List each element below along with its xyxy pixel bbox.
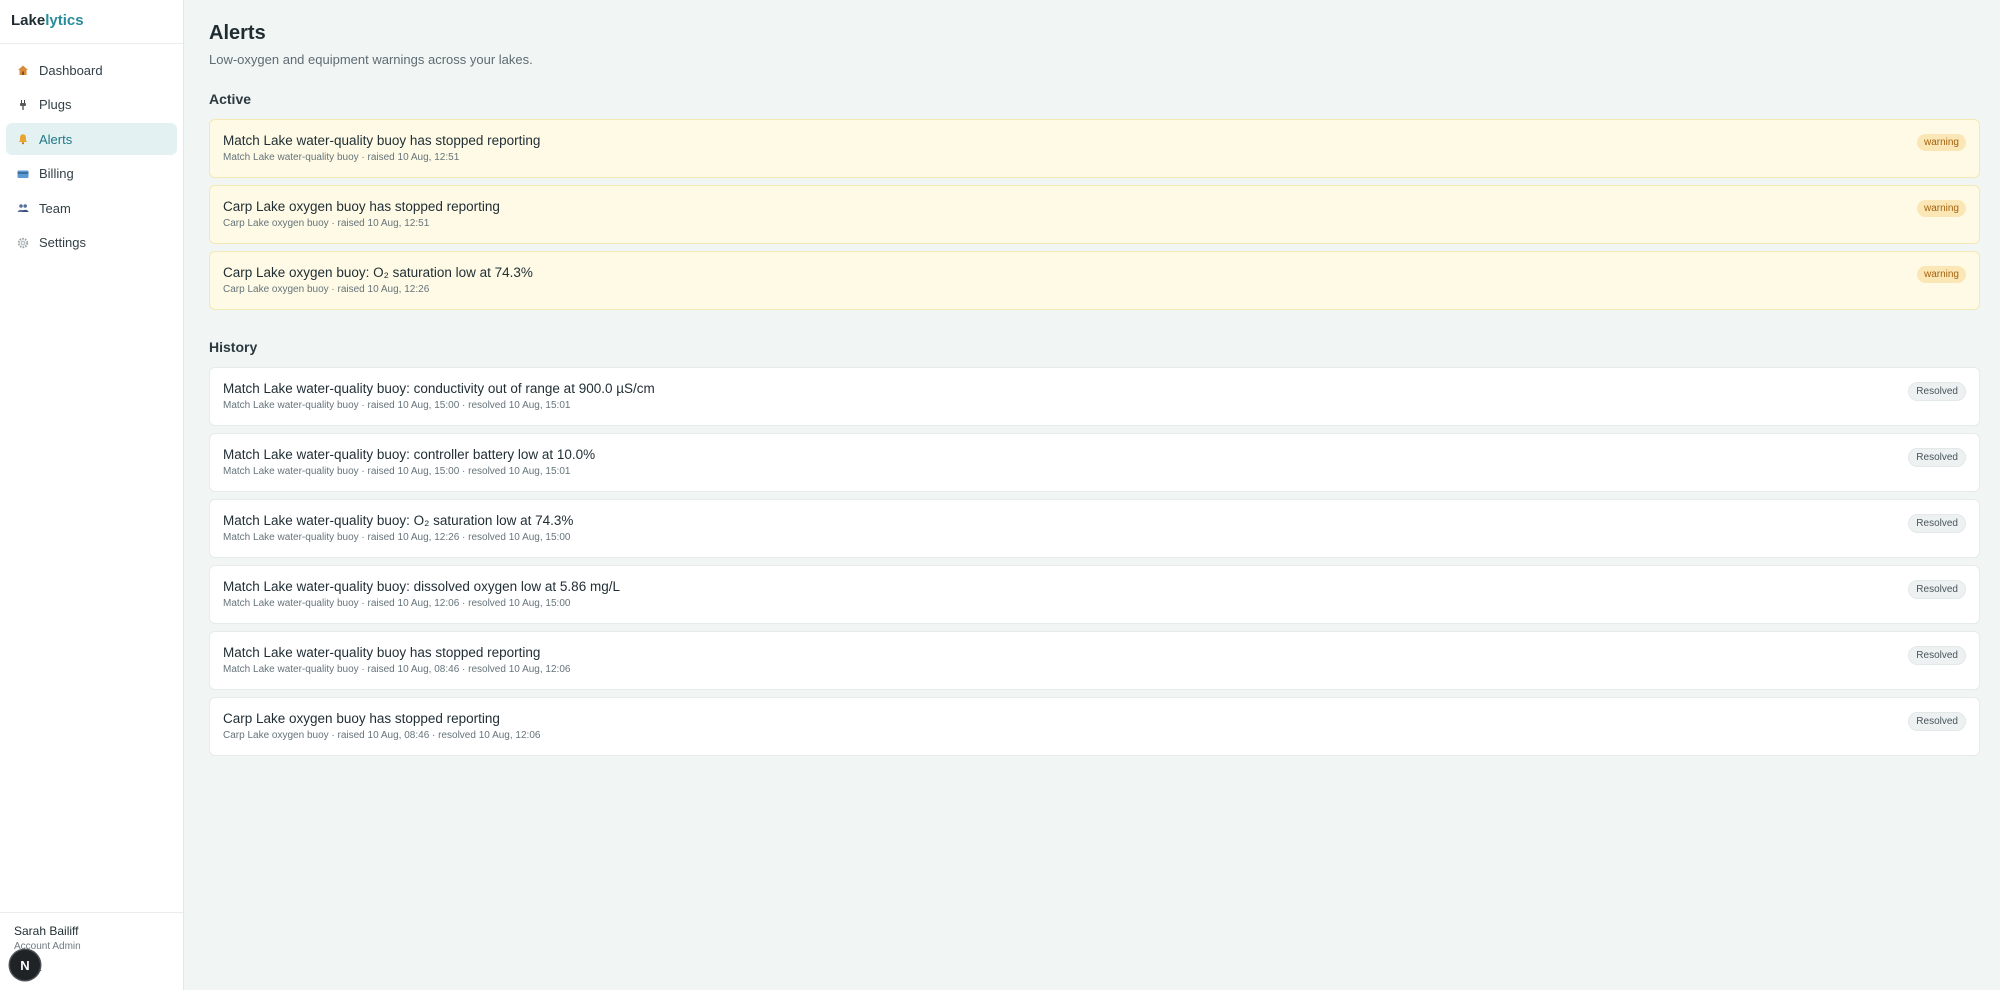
sidebar-item-label: Billing <box>39 166 74 181</box>
alert-title: Carp Lake oxygen buoy: O₂ saturation low… <box>223 265 533 280</box>
alert-meta: Match Lake water-quality buoy · raised 1… <box>223 664 571 675</box>
sidebar-item-label: Alerts <box>39 131 73 147</box>
alert-title: Match Lake water-quality buoy has stoppe… <box>223 133 541 148</box>
page-title: Alerts <box>209 22 266 44</box>
app-logo[interactable]: Lakelytics <box>0 0 183 44</box>
alert-title: Match Lake water-quality buoy: controlle… <box>223 447 596 462</box>
sidebar-item-label: Dashboard <box>39 62 103 78</box>
status-badge: Resolved <box>1908 712 1966 731</box>
section-title-active: Active <box>209 91 252 107</box>
sidebar-item-team[interactable]: Team <box>6 192 177 224</box>
status-badge: warning <box>1916 200 1966 217</box>
alert-title: Match Lake water-quality buoy: conductiv… <box>223 381 655 396</box>
alert-meta: Match Lake water-quality buoy · raised 1… <box>223 466 571 477</box>
sidebar-nav: Dashboard Plugs Alerts Billing Team Sett… <box>0 44 183 259</box>
sidebar-item-settings[interactable]: Settings <box>6 227 177 259</box>
sidebar-item-dashboard[interactable]: Dashboard <box>6 54 177 86</box>
brand-part-2: lytics <box>45 12 84 29</box>
avatar[interactable]: N <box>10 950 40 980</box>
house-icon <box>16 63 30 77</box>
brand-part-1: Lake <box>11 12 46 29</box>
alert-card[interactable]: Match Lake water-quality buoy has stoppe… <box>209 119 1980 178</box>
sidebar-item-alerts[interactable]: Alerts <box>6 123 177 155</box>
history-card[interactable]: Match Lake water-quality buoy: O₂ satura… <box>209 499 1980 558</box>
status-badge: Resolved <box>1908 514 1966 533</box>
alert-card[interactable]: Carp Lake oxygen buoy: O₂ saturation low… <box>209 251 1980 310</box>
history-card[interactable]: Match Lake water-quality buoy: dissolved… <box>209 565 1980 624</box>
alert-title: Match Lake water-quality buoy: dissolved… <box>223 579 620 594</box>
history-card[interactable]: Match Lake water-quality buoy: controlle… <box>209 433 1980 492</box>
alert-meta: Match Lake water-quality buoy · raised 1… <box>223 532 571 543</box>
sidebar-item-label: Settings <box>39 235 86 250</box>
status-badge: Resolved <box>1908 382 1966 401</box>
alert-meta: Carp Lake oxygen buoy · raised 10 Aug, 1… <box>223 218 430 229</box>
gear-icon <box>16 236 30 250</box>
sidebar-item-plugs[interactable]: Plugs <box>6 89 177 121</box>
alert-title: Carp Lake oxygen buoy has stopped report… <box>223 711 500 726</box>
alert-card[interactable]: Carp Lake oxygen buoy has stopped report… <box>209 185 1980 244</box>
user-name: Sarah Bailiff <box>14 924 79 938</box>
history-card[interactable]: Carp Lake oxygen buoy has stopped report… <box>209 697 1980 756</box>
page-subtitle: Low-oxygen and equipment warnings across… <box>209 52 533 67</box>
alert-meta: Match Lake water-quality buoy · raised 1… <box>223 598 571 609</box>
history-card[interactable]: Match Lake water-quality buoy has stoppe… <box>209 631 1980 690</box>
sidebar-item-label: Team <box>39 200 71 216</box>
status-badge: warning <box>1916 266 1966 283</box>
alert-title: Carp Lake oxygen buoy has stopped report… <box>223 199 500 214</box>
alert-meta: Match Lake water-quality buoy · raised 1… <box>223 152 460 163</box>
status-badge: Resolved <box>1908 580 1966 599</box>
section-title-history: History <box>209 339 258 355</box>
alert-title: Match Lake water-quality buoy has stoppe… <box>223 645 541 660</box>
status-badge: warning <box>1916 134 1966 151</box>
credit-card-icon <box>16 167 30 181</box>
status-badge: Resolved <box>1908 646 1966 665</box>
sidebar-item-label: Plugs <box>39 97 72 112</box>
alert-meta: Carp Lake oxygen buoy · raised 10 Aug, 1… <box>223 284 430 295</box>
alert-meta: Match Lake water-quality buoy · raised 1… <box>223 400 571 411</box>
sidebar: Lakelytics Dashboard Plugs Alerts Billin… <box>0 0 184 990</box>
plug-icon <box>16 98 30 112</box>
alert-title: Match Lake water-quality buoy: O₂ satura… <box>223 513 574 528</box>
people-icon <box>16 201 30 215</box>
user-role: Account Admin <box>14 941 81 952</box>
bell-icon <box>16 132 30 146</box>
sidebar-item-billing[interactable]: Billing <box>6 158 177 190</box>
alert-meta: Carp Lake oxygen buoy · raised 10 Aug, 0… <box>223 730 541 741</box>
status-badge: Resolved <box>1908 448 1966 467</box>
history-card[interactable]: Match Lake water-quality buoy: conductiv… <box>209 367 1980 426</box>
